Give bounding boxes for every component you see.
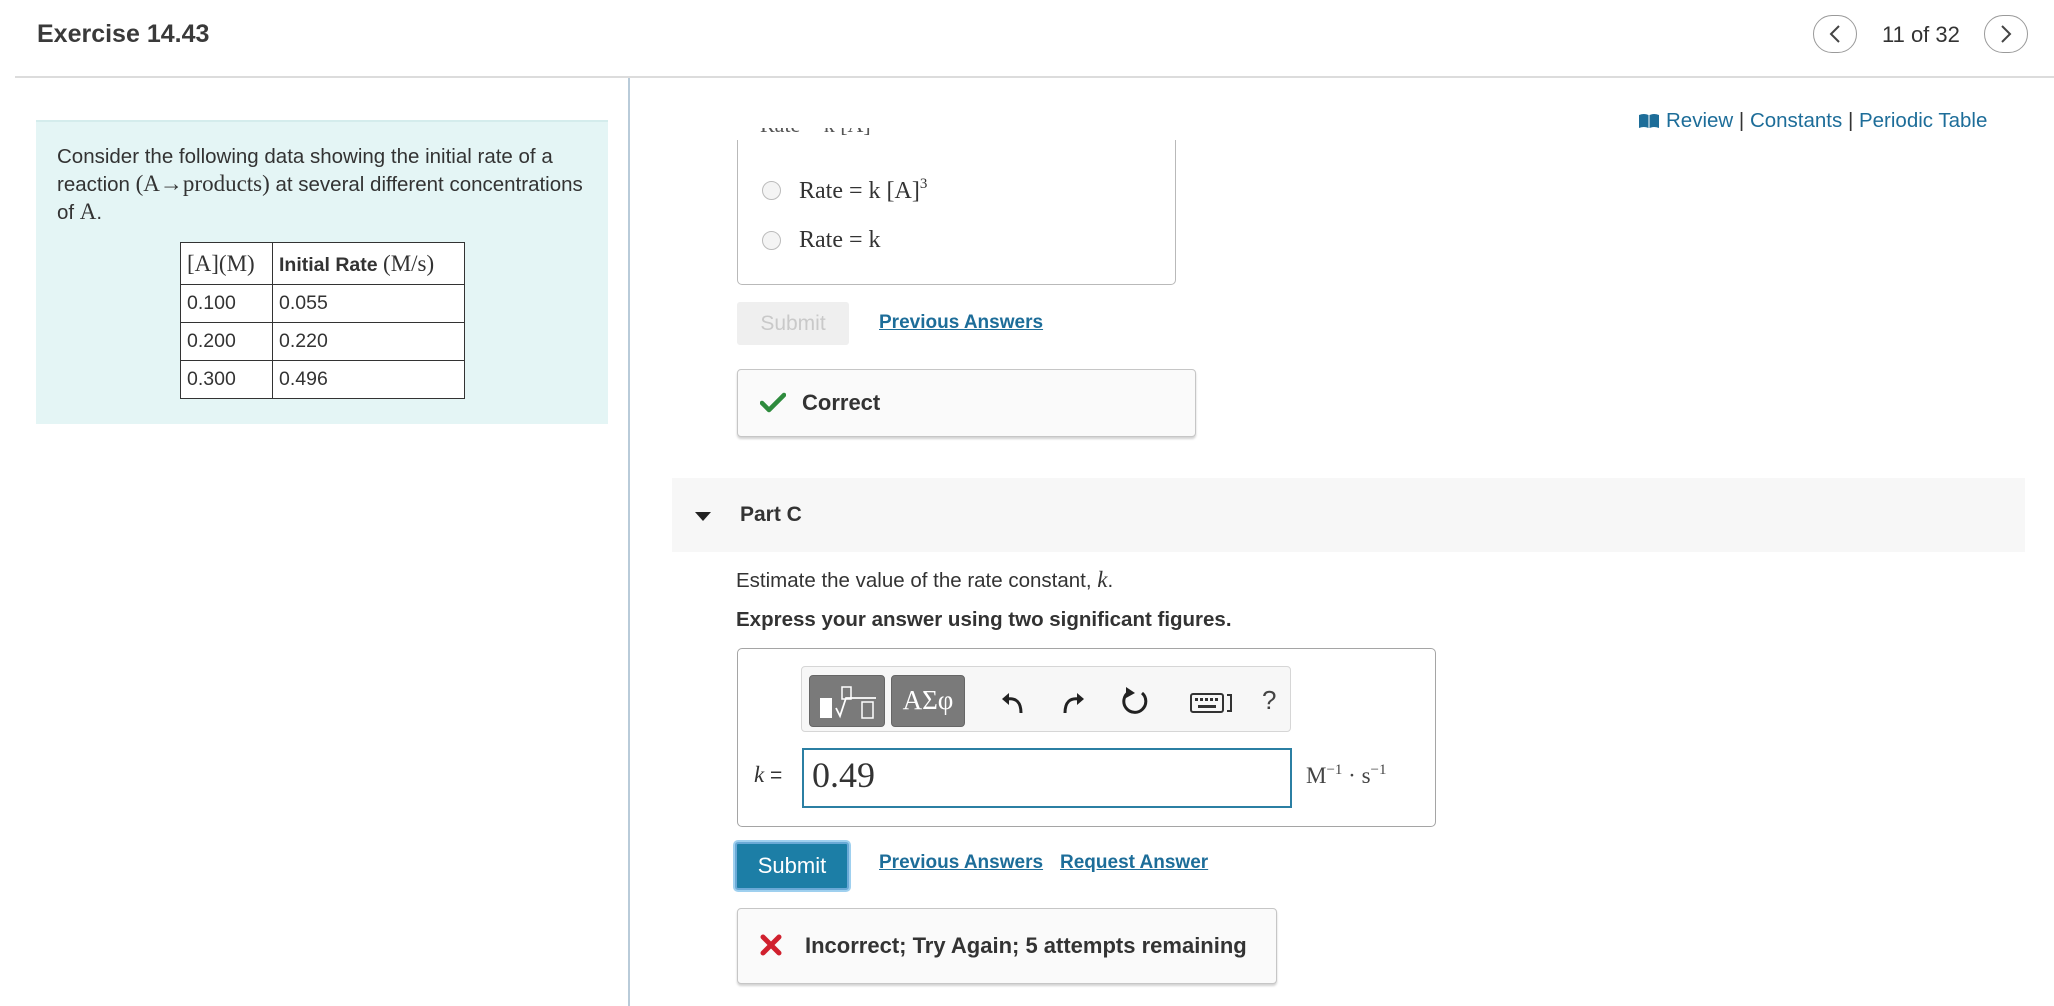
exercise-counter: 11 of 32 xyxy=(1882,22,1960,47)
part-c-instruction: Express your answer using two significan… xyxy=(736,608,1232,631)
checkmark-icon xyxy=(760,392,786,413)
k-equals-label: k = xyxy=(754,762,782,788)
part-c-title: Part C xyxy=(740,503,802,526)
correct-message: Correct xyxy=(802,390,881,415)
answer-input[interactable]: 0.49 xyxy=(802,748,1292,808)
question-variable: k xyxy=(1097,567,1108,592)
part-b-submit-button[interactable]: Submit xyxy=(737,302,849,345)
redo-icon[interactable] xyxy=(1059,687,1087,715)
species-a: A xyxy=(79,199,97,224)
table-row: 0.300 0.496 xyxy=(180,360,465,399)
part-c-question: Estimate the value of the rate constant,… xyxy=(736,567,1113,593)
equals-sign: = xyxy=(764,764,783,787)
part-c-previous-answers-link[interactable]: Previous Answers xyxy=(879,852,1043,874)
column-header-rate: Initial Rate (M/s) xyxy=(272,242,465,285)
unit-m-exponent: −1 xyxy=(1326,762,1343,778)
periodic-table-link[interactable]: Periodic Table xyxy=(1859,109,1987,132)
table-row: 0.200 0.220 xyxy=(180,322,465,361)
part-b-option[interactable]: Rate = k xyxy=(762,225,881,255)
part-c-header[interactable]: Part C xyxy=(672,478,2025,552)
incorrect-message: Incorrect; Try Again; 5 attempts remaini… xyxy=(805,933,1247,958)
header-bar: Exercise 14.43 11 of 32 xyxy=(0,0,2054,78)
math-toolbar: ΑΣφ ? xyxy=(801,666,1291,732)
keyboard-icon[interactable] xyxy=(1190,691,1234,715)
next-exercise-button[interactable] xyxy=(1984,15,2028,53)
help-button[interactable]: ? xyxy=(1262,685,1276,716)
rate-header-unit: (M/s) xyxy=(383,250,435,276)
table-header-row: [A](M) Initial Rate (M/s) xyxy=(180,242,465,285)
link-separator: | xyxy=(1842,109,1859,132)
part-b-choices-box xyxy=(737,140,1176,285)
greek-symbols-button[interactable]: ΑΣφ xyxy=(891,675,965,727)
problem-statement-panel: Consider the following data showing the … xyxy=(36,120,608,424)
table-cell: 0.220 xyxy=(272,322,465,361)
undo-icon[interactable] xyxy=(999,687,1027,715)
table-cell: 0.300 xyxy=(180,360,273,399)
table-row: 0.100 0.055 xyxy=(180,284,465,323)
k-variable: k xyxy=(754,762,765,787)
reset-icon[interactable] xyxy=(1120,685,1150,717)
option-text: Rate = k [A] xyxy=(799,177,920,204)
table-cell: 0.496 xyxy=(272,360,465,399)
constants-link[interactable]: Constants xyxy=(1750,109,1842,132)
table-cell: 0.055 xyxy=(272,284,465,323)
exercise-title: Exercise 14.43 xyxy=(37,20,210,48)
x-mark-icon xyxy=(760,934,782,956)
resource-links: Review | Constants | Periodic Table xyxy=(1638,109,1987,133)
part-b-previous-answers-link[interactable]: Previous Answers xyxy=(879,312,1043,334)
answer-units: M−1 · s−1 xyxy=(1306,762,1387,789)
table-cell: 0.200 xyxy=(180,322,273,361)
request-answer-link[interactable]: Request Answer xyxy=(1060,852,1208,874)
unit-s-exponent: −1 xyxy=(1370,762,1387,778)
problem-intro: Consider the following data showing the … xyxy=(57,143,587,226)
table-cell: 0.100 xyxy=(180,284,273,323)
option-label: Rate = k [A]3 xyxy=(799,176,927,205)
templates-icon xyxy=(820,686,876,719)
previous-exercise-button[interactable] xyxy=(1813,15,1857,53)
review-link[interactable]: Review xyxy=(1666,109,1733,132)
header-divider xyxy=(15,76,2054,78)
option-label: Rate = k xyxy=(799,227,881,254)
book-icon xyxy=(1639,114,1659,128)
part-c-feedback-box: Incorrect; Try Again; 5 attempts remaini… xyxy=(737,908,1277,984)
chevron-right-icon xyxy=(2001,25,2012,43)
unit-dot: · xyxy=(1342,763,1362,788)
reaction-expression: (A→products) xyxy=(135,171,270,196)
partial-option-label: Rate = k [A] xyxy=(760,128,871,138)
templates-button[interactable] xyxy=(809,675,885,727)
unit-m: M xyxy=(1306,763,1327,788)
part-b-option[interactable]: Rate = k [A]3 xyxy=(762,175,927,205)
question-end: . xyxy=(1107,569,1114,592)
intro-text-3: . xyxy=(96,201,103,224)
pane-divider xyxy=(628,78,630,1006)
rate-header-text: Initial Rate xyxy=(279,253,384,276)
option-exponent: 3 xyxy=(919,175,928,192)
part-c-submit-button[interactable]: Submit xyxy=(735,842,849,890)
part-b-feedback-box: Correct xyxy=(737,369,1196,437)
unit-s: s xyxy=(1361,763,1371,788)
chevron-left-icon xyxy=(1829,25,1840,43)
part-b-option-partial: Rate = k [A] xyxy=(760,128,950,140)
radio-button[interactable] xyxy=(762,230,781,250)
column-header-concentration: [A](M) xyxy=(180,242,273,285)
link-separator: | xyxy=(1733,109,1750,132)
rate-data-table: [A](M) Initial Rate (M/s) 0.100 0.055 0.… xyxy=(180,242,465,399)
option-text: Rate = k xyxy=(799,226,881,253)
question-text: Estimate the value of the rate constant, xyxy=(736,569,1098,592)
collapse-triangle-icon xyxy=(695,512,711,521)
radio-button[interactable] xyxy=(762,180,781,200)
